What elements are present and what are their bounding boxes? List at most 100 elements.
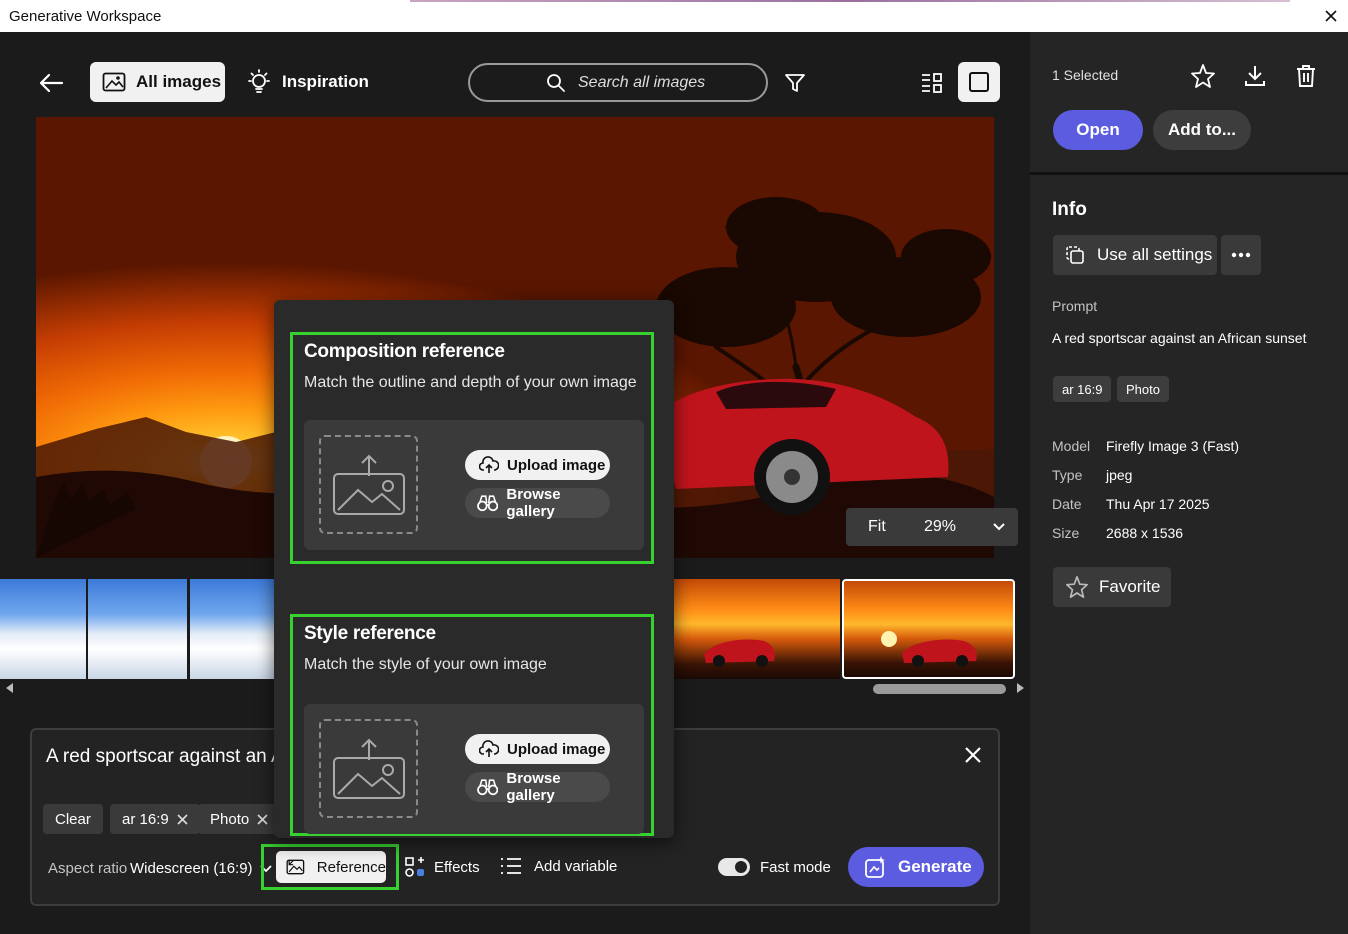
effects-label: Effects — [434, 858, 480, 876]
window-title: Generative Workspace — [9, 8, 162, 25]
fast-mode-switch[interactable] — [718, 858, 750, 876]
use-all-settings-button[interactable]: Use all settings — [1053, 235, 1217, 275]
close-icon[interactable] — [964, 746, 982, 764]
filter-icon — [785, 74, 805, 92]
add-to-button[interactable]: Add to... — [1153, 110, 1251, 150]
fast-mode-toggle[interactable]: Fast mode — [718, 858, 831, 876]
download-icon — [1245, 66, 1265, 86]
inspiration-button[interactable]: Inspiration — [246, 62, 369, 102]
use-all-settings-label: Use all settings — [1097, 245, 1213, 264]
search-icon — [547, 74, 565, 92]
tag-photo: Photo — [1117, 376, 1169, 402]
inspiration-label: Inspiration — [282, 72, 369, 91]
composition-browse-button[interactable]: Browse gallery — [465, 486, 610, 520]
fit-label[interactable]: Fit — [868, 518, 924, 536]
meta-date-key: Date — [1052, 496, 1082, 512]
remove-icon[interactable] — [177, 813, 188, 825]
thumbnail-1[interactable] — [0, 579, 86, 679]
star-icon — [1191, 64, 1215, 88]
clear-chip[interactable]: Clear — [43, 804, 103, 834]
favorite-button[interactable]: Favorite — [1053, 567, 1171, 607]
composition-reference-section: Composition reference Match the outline … — [290, 332, 654, 564]
style-upload-label: Upload image — [507, 740, 606, 758]
photo-chip-label: Photo — [210, 810, 250, 828]
aspect-chip-label: ar 16:9 — [122, 810, 169, 828]
main-area: All images Inspiration Search all images… — [0, 32, 1030, 934]
car-thumbnail-graphic — [704, 639, 775, 667]
delete-button[interactable] — [1292, 62, 1320, 90]
panel-divider — [1030, 172, 1348, 175]
reference-button[interactable]: Reference — [276, 851, 386, 883]
window-close-button[interactable] — [1320, 5, 1342, 27]
upload-cloud-icon — [479, 456, 499, 473]
image-icon — [102, 72, 126, 92]
binoculars-icon — [477, 779, 499, 796]
reference-label: Reference — [316, 858, 386, 876]
single-view-button[interactable] — [958, 62, 1000, 102]
download-button[interactable] — [1241, 62, 1269, 90]
add-variable-button[interactable]: Add variable — [500, 856, 617, 876]
add-variable-label: Add variable — [534, 857, 618, 875]
scroll-right-icon[interactable] — [1014, 682, 1026, 694]
star-outline-icon — [1066, 576, 1088, 598]
grid-view-button[interactable] — [916, 68, 948, 98]
remove-icon[interactable] — [257, 813, 268, 825]
upload-cloud-icon — [479, 740, 499, 757]
meta-type-key: Type — [1052, 467, 1083, 483]
star-button[interactable] — [1189, 62, 1217, 90]
effects-button[interactable]: Effects — [404, 856, 480, 878]
open-button[interactable]: Open — [1053, 110, 1143, 150]
arrow-left-icon — [39, 73, 64, 93]
prompt-heading: Prompt — [1052, 298, 1098, 314]
close-icon — [1325, 10, 1337, 22]
chevron-down-icon[interactable] — [992, 520, 1006, 534]
style-browse-button[interactable]: Browse gallery — [465, 770, 610, 804]
composition-reference-title: Composition reference — [304, 341, 505, 362]
composition-upload-label: Upload image — [507, 456, 606, 474]
composition-drop-area[interactable]: Upload image Browse gallery — [304, 420, 644, 550]
search-bar[interactable] — [468, 63, 768, 102]
thumbnail-scrollbar[interactable] — [873, 684, 1006, 694]
thumbnail-5-selected[interactable] — [842, 579, 1015, 679]
window-titlebar: Generative Workspace — [0, 0, 1348, 32]
reference-image-icon — [286, 859, 305, 875]
style-drop-target[interactable] — [319, 719, 418, 818]
thumbnail-3[interactable] — [190, 579, 274, 679]
generate-label: Generate — [898, 857, 972, 876]
generate-button[interactable]: Generate — [848, 847, 984, 887]
generate-sparkle-icon — [865, 856, 885, 878]
image-upload-icon — [332, 738, 405, 799]
photo-chip[interactable]: Photo — [198, 804, 281, 834]
thumbnail-2[interactable] — [88, 579, 187, 679]
clear-label: Clear — [55, 810, 91, 828]
style-browse-label: Browse gallery — [506, 770, 561, 804]
zoom-control[interactable]: Fit 29% — [846, 508, 1018, 546]
more-options-button[interactable] — [1221, 235, 1261, 275]
prompt-input[interactable]: A red sportscar against an African sunse… — [46, 746, 286, 768]
style-drop-area[interactable]: Upload image Browse gallery — [304, 704, 644, 834]
aspect-ratio-value: Widescreen (16:9) — [130, 860, 253, 877]
style-reference-description: Match the style of your own image — [304, 656, 547, 673]
ellipsis-icon — [1231, 252, 1251, 258]
composition-browse-label: Browse gallery — [506, 486, 561, 520]
all-images-label: All images — [136, 72, 222, 91]
style-upload-button[interactable]: Upload image — [465, 734, 610, 764]
all-images-button[interactable]: All images — [90, 62, 225, 102]
composition-drop-target[interactable] — [319, 435, 418, 534]
fast-mode-label: Fast mode — [760, 858, 831, 876]
meta-model-key: Model — [1052, 438, 1091, 454]
copy-settings-icon — [1066, 246, 1084, 264]
reference-popover: Composition reference Match the outline … — [274, 300, 674, 838]
aspect-ratio-label: Aspect ratio — [48, 860, 128, 877]
filter-button[interactable] — [780, 68, 810, 98]
scroll-left-icon[interactable] — [4, 682, 16, 694]
composition-upload-button[interactable]: Upload image — [465, 450, 610, 480]
search-input[interactable] — [578, 72, 748, 94]
composition-reference-description: Match the outline and depth of your own … — [304, 374, 637, 391]
aspect-ratio-select[interactable]: Widescreen (16:9) — [130, 860, 273, 877]
style-reference-title: Style reference — [304, 623, 436, 644]
back-button[interactable] — [34, 68, 68, 98]
thumbnail-4[interactable] — [674, 579, 840, 679]
titlebar-accent — [410, 0, 1290, 2]
aspect-chip[interactable]: ar 16:9 — [110, 804, 200, 834]
